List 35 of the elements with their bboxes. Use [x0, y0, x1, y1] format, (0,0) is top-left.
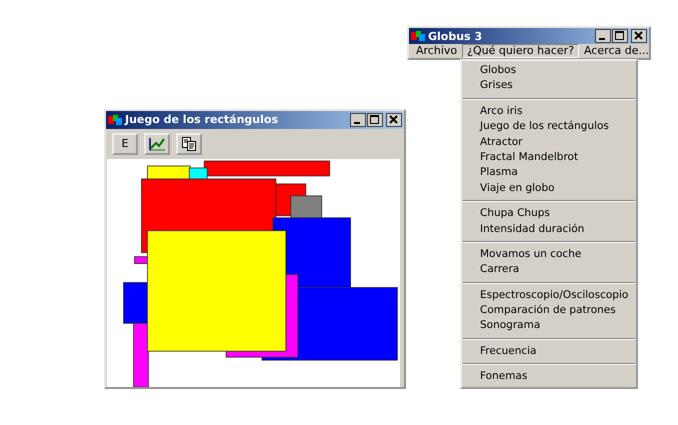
menu-entry[interactable]: Arco iris — [462, 104, 636, 120]
copy-icon — [181, 136, 197, 152]
app-icon — [411, 31, 425, 41]
menu-entry[interactable]: Atractor — [462, 134, 636, 150]
menu-item[interactable]: Archivo — [411, 44, 462, 58]
menu-entry[interactable]: Carrera — [462, 262, 636, 278]
chart-button[interactable] — [144, 132, 170, 155]
menu-entry[interactable]: Plasma — [462, 165, 636, 181]
menu-entry[interactable]: Frecuencia — [462, 344, 636, 360]
menu-entry[interactable]: Movamos un coche — [462, 246, 636, 262]
menu-entry[interactable]: Fractal Mandelbrot — [462, 150, 636, 166]
app-icon — [108, 114, 122, 125]
toolbar-button[interactable]: E — [112, 132, 138, 155]
menu-item[interactable]: ¿Qué quiero hacer? — [462, 44, 580, 58]
menu-entry[interactable]: Juego de los rectángulos — [462, 119, 636, 135]
menu-entry[interactable]: Espectroscopio/Osciloscopio — [462, 288, 636, 304]
chart-icon — [148, 136, 166, 152]
maximize-icon[interactable] — [612, 29, 628, 43]
window-title: Juego de los rectángulos — [125, 113, 278, 126]
minimize-icon[interactable] — [595, 29, 611, 43]
menu-entry[interactable]: Viaje en globo — [462, 180, 636, 196]
menu-entry[interactable]: Grises — [462, 78, 636, 94]
menu-entry[interactable]: Intensidad duración — [462, 222, 636, 237]
close-icon[interactable] — [631, 29, 647, 43]
minimize-icon[interactable] — [350, 112, 366, 127]
window-title: Globus 3 — [428, 30, 482, 42]
close-icon[interactable] — [386, 112, 402, 127]
menu-entry[interactable]: Globos — [462, 63, 636, 78]
menu-entry[interactable]: Fonemas — [462, 369, 636, 385]
maximize-icon[interactable] — [367, 112, 383, 127]
menu-item[interactable]: Acerca de... — [579, 44, 654, 58]
menu-entry[interactable]: Chupa Chups — [462, 206, 636, 222]
menu-entry[interactable]: Comparación de patrones — [462, 303, 636, 318]
copy-button[interactable] — [176, 132, 202, 155]
menu-entry[interactable]: Sonograma — [462, 318, 636, 334]
